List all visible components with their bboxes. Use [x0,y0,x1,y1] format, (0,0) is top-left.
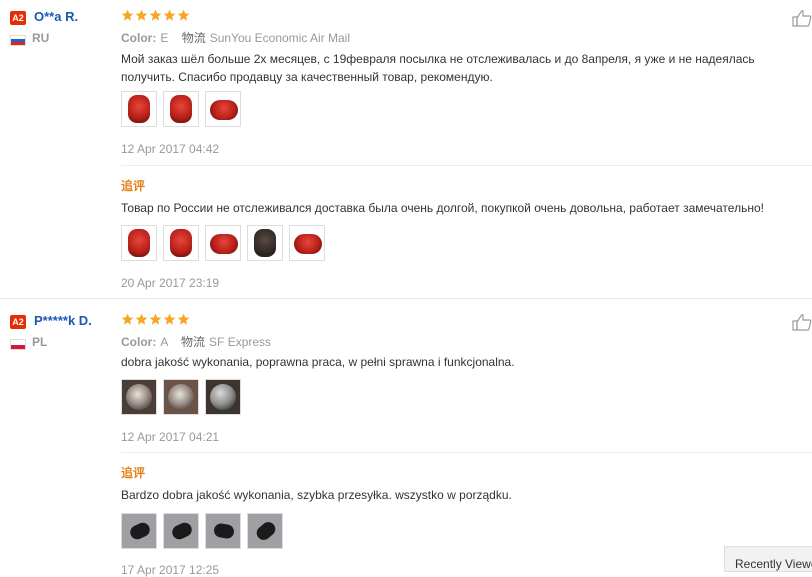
reviewer-name[interactable]: O**a R. [34,9,78,24]
rating-stars [121,9,190,23]
review-photo-thumb[interactable] [163,513,199,549]
review-photo-thumb[interactable] [121,225,157,261]
review-photo-thumb[interactable] [205,91,241,127]
review-photo-thumb[interactable] [247,225,283,261]
flag-pl-icon [10,339,26,350]
order-info: Color: A 物流 SF Express [121,333,271,350]
thumbs-up-icon[interactable] [792,313,812,331]
divider [121,165,812,166]
star-icon [135,9,148,21]
review-photo-thumb[interactable] [121,513,157,549]
star-icon [177,9,190,21]
order-info: Color: E 物流 SunYou Economic Air Mail [121,29,350,46]
review-photos [121,91,241,127]
reviewer-country: RU [32,31,50,45]
reviewer-name[interactable]: P*****k D. [34,313,92,328]
logistics-value: SF Express [209,335,272,349]
divider [121,452,812,453]
star-icon [163,313,176,325]
review-photos [121,379,241,415]
review-text: dobra jakość wykonania, poprawna praca, … [121,355,515,369]
star-icon [149,313,162,325]
star-icon [177,313,190,325]
review-date: 12 Apr 2017 04:21 [121,430,220,444]
review-photo-thumb[interactable] [205,225,241,261]
logistics-label: 物流 [181,31,206,45]
followup-date: 20 Apr 2017 23:19 [121,276,220,290]
star-icon [121,9,134,21]
level-badge: A2 [10,315,26,329]
review-item: A2 O**a R. RU Color: E 物流 SunYou Economic … [0,0,812,298]
followup-text: Товар по России не отслеживался доставка… [121,201,764,215]
followup-label: 追评 [121,179,146,193]
reviewer-country: PL [32,335,48,349]
followup-date: 17 Apr 2017 12:25 [121,563,220,577]
followup-photos [121,225,325,261]
logistics-label: 物流 [181,335,206,349]
star-icon [149,9,162,21]
review-item: A2 P*****k D. PL Color: A 物流 SF Express do… [0,299,812,577]
review-photo-thumb[interactable] [289,225,325,261]
followup-text: Bardzo dobra jakość wykonania, szybka pr… [121,488,512,502]
review-photo-thumb[interactable] [205,379,241,415]
flag-ru-icon [10,35,26,46]
star-icon [121,313,134,325]
review-photo-thumb[interactable] [205,513,241,549]
star-icon [135,313,148,325]
logistics-value: SunYou Economic Air Mail [209,31,350,45]
review-photo-thumb[interactable] [163,379,199,415]
rating-stars [121,313,190,327]
followup-label: 追评 [121,466,146,480]
review-date: 12 Apr 2017 04:42 [121,142,220,156]
review-photo-thumb[interactable] [121,91,157,127]
review-text: Мой заказ шёл больше 2х месяцев, с 19фев… [121,52,755,84]
thumbs-up-icon[interactable] [792,9,812,27]
review-photo-thumb[interactable] [247,513,283,549]
recently-viewed-button[interactable]: Recently Viewed [724,546,812,572]
review-photo-thumb[interactable] [121,379,157,415]
color-value: A [160,335,168,349]
review-photo-thumb[interactable] [163,225,199,261]
followup-photos [121,513,283,549]
color-label: Color: [121,31,157,45]
color-value: E [160,31,169,45]
color-label: Color: [121,335,157,349]
review-photo-thumb[interactable] [163,91,199,127]
star-icon [163,9,176,21]
level-badge: A2 [10,11,26,25]
